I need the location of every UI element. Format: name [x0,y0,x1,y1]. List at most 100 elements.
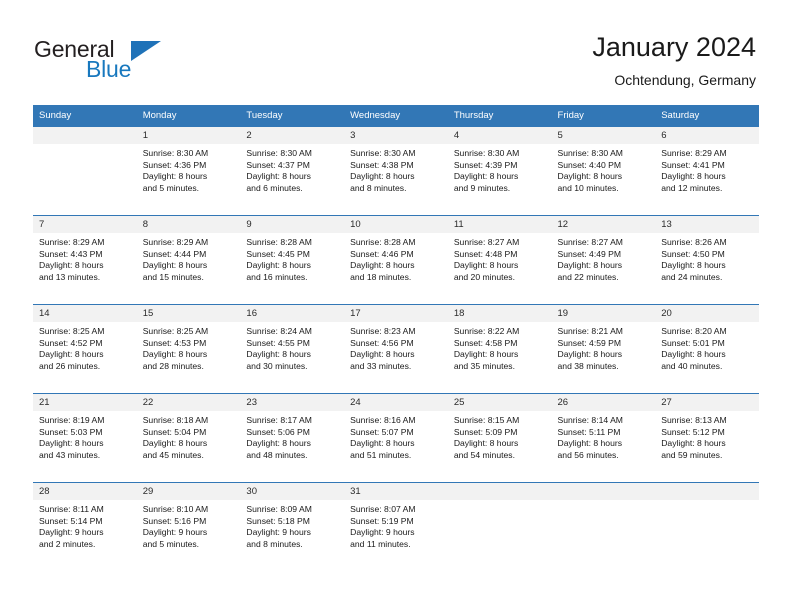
daylight-minutes: and 40 minutes. [661,360,723,371]
daylight-minutes: and 13 minutes. [39,271,101,282]
calendar-week-row: 7 Sunrise: 8:29 AM Sunset: 4:43 PM Daylight… [33,215,759,305]
calendar-day-cell[interactable]: 24 Sunrise: 8:16 AM Sunset: 5:07 PM Dayligh… [344,393,448,483]
day-number: 10 [344,216,448,233]
calendar-day-cell[interactable]: 3 Sunrise: 8:30 AM Sunset: 4:38 PM Daylight… [344,126,448,216]
calendar-day-cell-empty [655,482,759,571]
calendar-day-cell[interactable]: 27 Sunrise: 8:13 AM Sunset: 5:12 PM Dayligh… [655,393,759,483]
day-cell-inner: 7 Sunrise: 8:29 AM Sunset: 4:43 PM Daylight… [33,216,137,304]
day-number [551,483,656,500]
sunrise-time: Sunrise: 8:29 AM [661,148,727,158]
day-cell-inner: 31 Sunrise: 8:07 AM Sunset: 5:19 PM Dayligh… [344,483,448,571]
daylight-hours: Daylight: 8 hours [39,438,104,449]
day-cell-inner: 22 Sunrise: 8:18 AM Sunset: 5:04 PM Dayligh… [136,394,241,482]
calendar-day-cell[interactable]: 20 Sunrise: 8:20 AM Sunset: 5:01 PM Dayligh… [655,304,759,394]
day-cell-inner: 5 Sunrise: 8:30 AM Sunset: 4:40 PM Daylight… [551,127,656,215]
daylight-hours: Daylight: 8 hours [39,349,104,360]
daylight-minutes: and 51 minutes. [350,449,412,460]
calendar-day-cell[interactable]: 5 Sunrise: 8:30 AM Sunset: 4:40 PM Daylight… [551,126,656,216]
day-details: Sunrise: 8:07 AM Sunset: 5:19 PM Daylight:… [344,500,448,550]
calendar-day-cell[interactable]: 18 Sunrise: 8:22 AM Sunset: 4:58 PM Dayligh… [447,304,552,394]
day-cell-inner: 15 Sunrise: 8:25 AM Sunset: 4:53 PM Dayligh… [136,305,241,393]
sunrise-time: Sunrise: 8:28 AM [246,237,312,247]
sunset-time: Sunset: 4:41 PM [661,159,725,170]
calendar-day-cell[interactable]: 22 Sunrise: 8:18 AM Sunset: 5:04 PM Dayligh… [136,393,241,483]
daylight-hours: Daylight: 8 hours [142,171,208,182]
calendar-day-cell[interactable]: 7 Sunrise: 8:29 AM Sunset: 4:43 PM Daylight… [33,215,137,305]
logo-triangle-icon [131,41,161,61]
day-number: 31 [344,483,448,500]
sunrise-time: Sunrise: 8:23 AM [350,326,416,336]
day-cell-inner: 21 Sunrise: 8:19 AM Sunset: 5:03 PM Dayligh… [33,394,137,482]
sunrise-time: Sunrise: 8:20 AM [661,326,727,336]
day-cell-inner: 10 Sunrise: 8:28 AM Sunset: 4:46 PM Dayligh… [344,216,448,304]
sunset-time: Sunset: 4:37 PM [246,159,310,170]
calendar-day-cell[interactable]: 29 Sunrise: 8:10 AM Sunset: 5:16 PM Dayligh… [136,482,241,571]
day-details [33,144,137,148]
calendar-day-cell[interactable]: 26 Sunrise: 8:14 AM Sunset: 5:11 PM Dayligh… [551,393,656,483]
calendar-day-cell[interactable]: 4 Sunrise: 8:30 AM Sunset: 4:39 PM Daylight… [447,126,552,216]
calendar-day-cell[interactable]: 14 Sunrise: 8:25 AM Sunset: 4:52 PM Dayligh… [33,304,137,394]
sunrise-time: Sunrise: 8:16 AM [350,415,416,425]
day-details: Sunrise: 8:11 AM Sunset: 5:14 PM Daylight:… [33,500,137,550]
calendar-day-cell[interactable]: 8 Sunrise: 8:29 AM Sunset: 4:44 PM Daylight… [136,215,241,305]
sunset-time: Sunset: 4:59 PM [557,337,622,348]
day-details: Sunrise: 8:28 AM Sunset: 4:45 PM Daylight:… [240,233,344,283]
calendar-day-cell[interactable]: 11 Sunrise: 8:27 AM Sunset: 4:48 PM Dayligh… [447,215,552,305]
calendar-day-cell[interactable]: 25 Sunrise: 8:15 AM Sunset: 5:09 PM Dayligh… [447,393,552,483]
calendar-day-cell[interactable]: 17 Sunrise: 8:23 AM Sunset: 4:56 PM Dayligh… [344,304,448,394]
calendar-week-row: 1 Sunrise: 8:30 AM Sunset: 4:36 PM Daylight… [33,126,759,216]
sunrise-time: Sunrise: 8:30 AM [453,148,520,158]
sunrise-time: Sunrise: 8:29 AM [39,237,105,247]
calendar-day-cell[interactable]: 23 Sunrise: 8:17 AM Sunset: 5:06 PM Dayligh… [240,393,345,483]
daylight-minutes: and 22 minutes. [557,271,619,282]
day-cell-inner: 4 Sunrise: 8:30 AM Sunset: 4:39 PM Daylight… [447,127,552,215]
calendar-day-cell-empty [447,482,552,571]
daylight-minutes: and 38 minutes. [557,360,619,371]
day-number: 24 [344,394,448,411]
day-cell-inner: 6 Sunrise: 8:29 AM Sunset: 4:41 PM Daylight… [655,127,759,215]
calendar-day-cell[interactable]: 1 Sunrise: 8:30 AM Sunset: 4:36 PM Daylight… [136,126,241,216]
sunset-time: Sunset: 5:07 PM [350,426,414,437]
calendar-day-cell[interactable]: 6 Sunrise: 8:29 AM Sunset: 4:41 PM Daylight… [655,126,759,216]
sunset-time: Sunset: 5:09 PM [453,426,518,437]
daylight-minutes: and 28 minutes. [142,360,204,371]
calendar-day-cell[interactable]: 10 Sunrise: 8:28 AM Sunset: 4:46 PM Dayligh… [344,215,448,305]
calendar-day-cell[interactable]: 13 Sunrise: 8:26 AM Sunset: 4:50 PM Dayligh… [655,215,759,305]
calendar-day-cell[interactable]: 16 Sunrise: 8:24 AM Sunset: 4:55 PM Dayligh… [240,304,345,394]
weekday-header-saturday: Saturday [655,105,759,127]
day-number: 30 [240,483,345,500]
calendar-day-cell[interactable]: 31 Sunrise: 8:07 AM Sunset: 5:19 PM Dayligh… [344,482,448,571]
general-blue-logo[interactable]: General Blue [34,36,234,84]
calendar-day-cell[interactable]: 21 Sunrise: 8:19 AM Sunset: 5:03 PM Dayligh… [33,393,137,483]
day-cell-inner [33,127,137,215]
weekday-header-monday: Monday [136,105,241,127]
day-details: Sunrise: 8:27 AM Sunset: 4:48 PM Daylight:… [448,233,552,283]
calendar-day-cell[interactable]: 28 Sunrise: 8:11 AM Sunset: 5:14 PM Dayligh… [33,482,137,571]
sunrise-time: Sunrise: 8:27 AM [453,237,520,247]
day-details: Sunrise: 8:16 AM Sunset: 5:07 PM Daylight:… [344,411,448,461]
daylight-minutes: and 15 minutes. [142,271,204,282]
day-number: 12 [551,216,656,233]
day-number: 13 [655,216,759,233]
calendar-day-cell[interactable]: 30 Sunrise: 8:09 AM Sunset: 5:18 PM Dayligh… [240,482,345,571]
daylight-minutes: and 11 minutes. [350,538,411,549]
day-cell-inner: 18 Sunrise: 8:22 AM Sunset: 4:58 PM Dayligh… [447,305,552,393]
daylight-minutes: and 8 minutes. [350,182,407,193]
daylight-hours: Daylight: 8 hours [557,438,623,449]
day-number [447,483,552,500]
calendar-day-cell[interactable]: 19 Sunrise: 8:21 AM Sunset: 4:59 PM Dayligh… [551,304,656,394]
daylight-minutes: and 30 minutes. [246,360,308,371]
sunrise-time: Sunrise: 8:17 AM [246,415,312,425]
calendar-day-cell[interactable]: 12 Sunrise: 8:27 AM Sunset: 4:49 PM Dayligh… [551,215,656,305]
calendar-day-cell[interactable]: 2 Sunrise: 8:30 AM Sunset: 4:37 PM Daylight… [240,126,345,216]
day-number: 17 [344,305,448,322]
daylight-hours: Daylight: 8 hours [246,349,311,360]
sunrise-time: Sunrise: 8:13 AM [661,415,727,425]
day-details: Sunrise: 8:09 AM Sunset: 5:18 PM Daylight:… [240,500,344,550]
sunset-time: Sunset: 4:46 PM [350,248,414,259]
day-cell-inner: 23 Sunrise: 8:17 AM Sunset: 5:06 PM Dayligh… [240,394,345,482]
calendar-day-cell[interactable]: 9 Sunrise: 8:28 AM Sunset: 4:45 PM Daylight… [240,215,345,305]
sunset-time: Sunset: 4:49 PM [557,248,622,259]
calendar-day-cell[interactable]: 15 Sunrise: 8:25 AM Sunset: 4:53 PM Dayligh… [136,304,241,394]
day-details: Sunrise: 8:30 AM Sunset: 4:40 PM Daylight:… [552,144,656,194]
